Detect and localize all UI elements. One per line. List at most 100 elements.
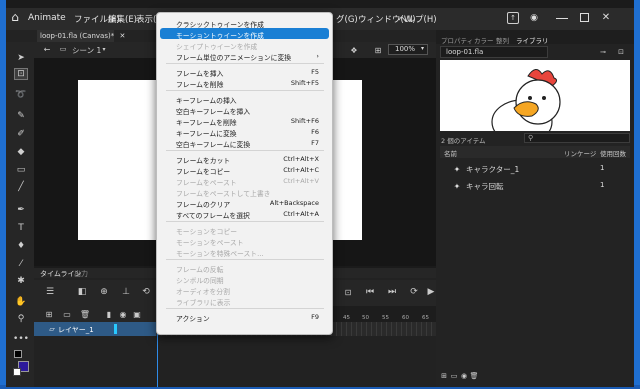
new-folder-icon[interactable]: ▭ [62,309,72,319]
paint-brush-icon[interactable]: ✐ [14,128,28,140]
context-menu-item[interactable]: クラシックトゥイーンを作成 [160,17,329,29]
context-menu-item: フレームをペーストして上書き [160,186,329,198]
more-tools-icon[interactable]: ••• [13,333,29,345]
tab-library[interactable]: ライブラリ [516,35,549,45]
context-menu-item[interactable]: モーショントゥイーンを作成 [160,28,329,40]
loop-playback-icon[interactable]: ⟳ [408,286,420,298]
center-frame-icon[interactable]: ⊥ [120,286,132,298]
context-menu-item[interactable]: すべてのフレームを選択 Ctrl+Alt+A [160,208,329,220]
library-item[interactable]: ✦ キャラクター_1 1 [440,162,630,176]
menu-help[interactable]: ヘルプ(H) [398,13,437,25]
new-symbol-icon[interactable]: ⊞ [440,372,448,380]
new-folder-icon[interactable]: ▭ [450,372,458,380]
column-name[interactable]: 名前 [444,148,457,158]
free-transform-tool-icon[interactable]: ⊡ [14,68,28,80]
share-icon[interactable]: ↑ [507,12,519,24]
library-document-name: loop-01.fla [446,48,484,56]
stage-position-icon[interactable]: ⊞ [372,44,384,56]
rectangle-tool-icon[interactable]: ▭ [14,164,28,176]
brush-tool-icon[interactable]: ✎ [14,110,28,122]
character-preview-image [491,69,561,131]
context-menu-item[interactable]: キーフレームの挿入 [160,93,329,105]
library-item-count-value: 1 [600,164,605,172]
app-title: Animate [28,13,66,23]
library-document-select[interactable]: loop-01.fla [440,46,548,58]
zoom-tool-icon[interactable]: ⚲ [14,313,28,325]
close-icon[interactable]: ✕ [600,11,612,23]
ruler-number: 60 [402,315,409,321]
new-library-panel-icon[interactable]: ⊡ [616,47,626,57]
menu-debug[interactable]: グ(G) [336,13,358,25]
highlight-layer-icon[interactable]: ▮ [104,309,114,319]
column-linkage[interactable]: リンケージ [564,148,596,158]
symbol-edit-icon[interactable]: ❖ [348,44,360,56]
library-item[interactable]: ✦ キャラ回転 1 [440,179,630,193]
context-menu-item[interactable]: フレームのクリア Alt+Backspace [160,197,329,209]
eye-icon[interactable]: ◉ [118,309,128,319]
context-menu-item[interactable]: フレーム単位のアニメーションに変換 › [160,50,329,62]
step-back-icon[interactable]: ⏮ [364,286,376,298]
delete-layer-icon[interactable]: 🗑 [80,309,90,319]
context-menu-item[interactable]: フレームを挿入 F5 [160,66,329,78]
chevron-down-icon[interactable]: ▾ [100,45,108,53]
stroke-color-swatch[interactable] [14,350,22,358]
library-item-count-value: 1 [600,181,605,189]
document-tab[interactable]: loop-01.fla (Canvas)* ✕ [37,30,125,42]
context-menu-item[interactable]: フレームをカット Ctrl+Alt+X [160,153,329,165]
swap-color-icon[interactable] [13,368,21,376]
pen-tool-icon[interactable]: ✒ [14,204,28,216]
desktop-background [634,0,640,389]
onion-skin-icon[interactable]: ⊕ [98,286,110,298]
layers-icon[interactable]: ☰ [44,286,56,298]
properties-icon[interactable]: ◉ [460,372,468,380]
hand-tool-icon[interactable]: ✋ [14,296,28,308]
menu-item-shortcut: Ctrl+Alt+V [283,177,319,185]
eraser-tool-icon[interactable]: ◆ [14,146,28,158]
layer-icon: ▱ [49,325,55,333]
tab-properties[interactable]: プロパティ [441,35,473,45]
layer-name[interactable]: レイヤー_1 [58,325,94,335]
ruler-number: 55 [382,315,389,321]
context-menu-item[interactable]: フレームをコピー Ctrl+Alt+C [160,164,329,176]
library-search-input[interactable]: ⚲ [524,133,630,143]
delete-icon[interactable]: 🗑 [470,372,479,380]
menu-edit[interactable]: 編集(E) [108,13,137,25]
close-tab-icon[interactable]: ✕ [119,32,125,40]
context-menu-item: オーディオを分割 [160,284,329,296]
menu-item-shortcut: F5 [311,68,319,76]
selection-tool-icon[interactable]: ➤ [14,52,28,64]
context-menu-item[interactable]: 空白キーフレームを挿入 [160,104,329,116]
column-use-count[interactable]: 使用回数 [600,148,626,158]
maximize-icon[interactable] [580,13,589,22]
keyframe-icon[interactable]: ⊡ [342,286,354,298]
line-tool-icon[interactable]: ╱ [14,181,28,193]
zoom-select[interactable]: 100% ▾ [388,44,428,55]
broadcast-icon[interactable]: ◉ [528,12,540,24]
home-icon[interactable]: ⌂ [8,10,22,24]
context-menu-item[interactable]: キーフレームに変換 F6 [160,126,329,138]
tab-align[interactable]: 整列 [496,35,509,45]
ruler-number: 50 [362,315,369,321]
context-menu-item[interactable]: 空白キーフレームに変換 F7 [160,137,329,149]
text-tool-icon[interactable]: T [14,222,28,234]
bone-tool-icon[interactable]: ✱ [14,275,28,287]
pin-icon[interactable]: ⊸ [598,47,608,57]
camera-icon[interactable]: ◧ [76,286,88,298]
lasso-tool-icon[interactable]: ➰ [14,89,28,101]
scene-label[interactable]: シーン 1 [72,45,101,56]
layer-color-tag[interactable] [114,324,117,334]
tab-output[interactable]: 出力 [74,269,88,279]
paint-bucket-icon[interactable]: ♦ [14,240,28,252]
context-menu-item[interactable]: アクション F9 [160,311,329,323]
tab-color[interactable]: カラー [474,35,494,45]
lock-icon[interactable]: ▣ [132,309,142,319]
step-forward-icon[interactable]: ⏭ [386,286,398,298]
loop-icon[interactable]: ⟲ [140,286,152,298]
play-icon[interactable]: ▶ [426,286,436,298]
eyedropper-icon[interactable]: ⁄ [14,258,28,270]
context-menu-item[interactable]: キーフレームを削除 Shift+F6 [160,115,329,127]
new-layer-icon[interactable]: ⊞ [44,309,54,319]
minimize-icon[interactable] [556,18,568,19]
context-menu-item[interactable]: フレームを削除 Shift+F5 [160,77,329,89]
back-arrow-icon[interactable]: ← [42,44,52,54]
